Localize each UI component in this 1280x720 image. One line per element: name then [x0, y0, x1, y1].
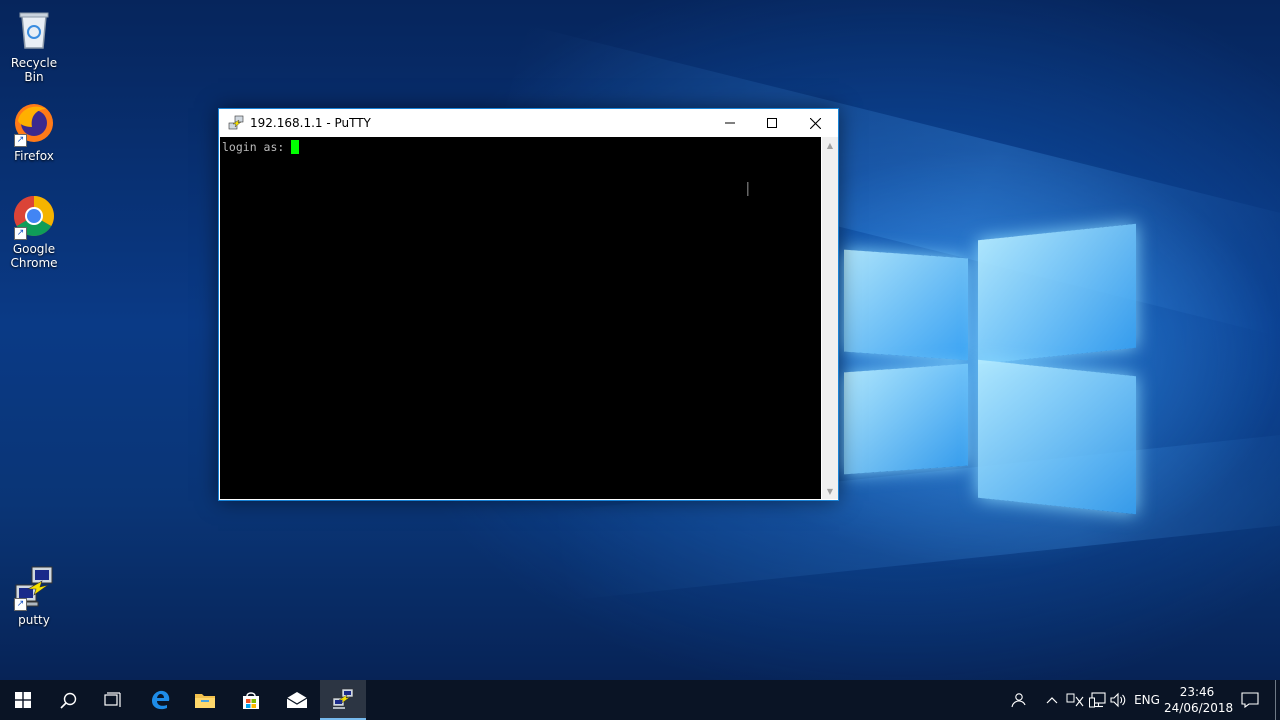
- desktop-icon-label: Recycle Bin: [10, 56, 58, 84]
- desktop-icon-recycle-bin[interactable]: Recycle Bin: [0, 8, 68, 84]
- show-hidden-icons-button[interactable]: [1042, 680, 1062, 720]
- taskbar: ENG 23:46 24/06/2018: [0, 680, 1280, 720]
- task-view-icon: [104, 692, 121, 707]
- search-button[interactable]: [45, 680, 91, 720]
- volume-button[interactable]: [1108, 680, 1130, 720]
- search-icon: [59, 692, 76, 709]
- people-icon: [1011, 693, 1026, 708]
- windows-start-icon: [15, 692, 31, 708]
- language-indicator[interactable]: ENG: [1132, 680, 1162, 720]
- taskbar-edge-button[interactable]: [137, 680, 183, 720]
- desktop-icon-label: Google Chrome: [10, 242, 58, 270]
- close-button[interactable]: [793, 109, 837, 137]
- minimize-button[interactable]: [708, 109, 752, 137]
- clock-date: 24/06/2018: [1164, 701, 1234, 715]
- notifications-icon: [1241, 692, 1259, 708]
- taskbar-store-button[interactable]: [228, 680, 274, 720]
- folder-icon: [195, 694, 215, 708]
- shortcut-arrow-icon: ↗: [14, 227, 27, 240]
- people-button[interactable]: [1006, 680, 1030, 720]
- network-button[interactable]: [1087, 680, 1109, 720]
- maximize-button[interactable]: [750, 109, 794, 137]
- taskbar-file-explorer-button[interactable]: [182, 680, 228, 720]
- show-desktop-button[interactable]: [1275, 680, 1276, 720]
- scroll-up-arrow-icon[interactable]: ▲: [822, 137, 838, 153]
- desktop-icon-label: Firefox: [14, 149, 54, 163]
- shortcut-arrow-icon: ↗: [14, 598, 27, 611]
- desktop-icon-firefox[interactable]: ↗ Firefox: [0, 101, 68, 163]
- terminal-cursor: [291, 140, 300, 154]
- network-icon: [1089, 692, 1106, 708]
- shortcut-arrow-icon: ↗: [14, 134, 27, 147]
- maximize-icon: [767, 118, 777, 128]
- close-icon: [809, 117, 821, 129]
- edge-browser-icon: [152, 690, 170, 710]
- chevron-up-icon: [1046, 697, 1058, 704]
- chrome-icon: ↗: [12, 194, 56, 240]
- mail-envelope-icon: [286, 692, 308, 708]
- start-button[interactable]: [0, 680, 46, 720]
- putty-icon: ↗: [12, 565, 56, 611]
- input-method-icon: [1066, 693, 1084, 707]
- store-bag-icon: [243, 692, 259, 709]
- desktop-icon-google-chrome[interactable]: ↗ Google Chrome: [0, 194, 68, 270]
- window-title: 192.168.1.1 - PuTTY: [250, 116, 371, 130]
- task-view-button[interactable]: [90, 680, 136, 720]
- terminal-prompt: login as:: [222, 140, 292, 154]
- desktop-icon-label: putty: [18, 613, 50, 627]
- minimize-icon: [725, 122, 735, 124]
- action-center-button[interactable]: [1234, 680, 1266, 720]
- taskbar-putty-button[interactable]: [320, 680, 366, 720]
- speaker-icon: [1110, 692, 1126, 708]
- taskbar-clock[interactable]: 23:46 24/06/2018: [1164, 684, 1234, 716]
- recycle-bin-icon: [12, 8, 56, 52]
- ime-button[interactable]: [1064, 680, 1086, 720]
- putty-icon: [332, 688, 354, 709]
- window-titlebar[interactable]: 192.168.1.1 - PuTTY: [219, 109, 838, 137]
- putty-window[interactable]: 192.168.1.1 - PuTTY login as: ▲ ▼: [218, 108, 839, 501]
- desktop-icon-putty[interactable]: ↗ putty: [0, 565, 68, 627]
- text-cursor-ibeam-icon: [744, 181, 750, 197]
- terminal-area[interactable]: login as:: [220, 137, 821, 499]
- windows-logo-wallpaper: [838, 214, 1140, 516]
- putty-app-icon[interactable]: [228, 115, 244, 131]
- taskbar-mail-button[interactable]: [274, 680, 320, 720]
- scroll-down-arrow-icon[interactable]: ▼: [822, 483, 838, 499]
- clock-time: 23:46: [1179, 685, 1215, 699]
- firefox-icon: ↗: [12, 101, 56, 147]
- terminal-scrollbar[interactable]: ▲ ▼: [822, 137, 838, 499]
